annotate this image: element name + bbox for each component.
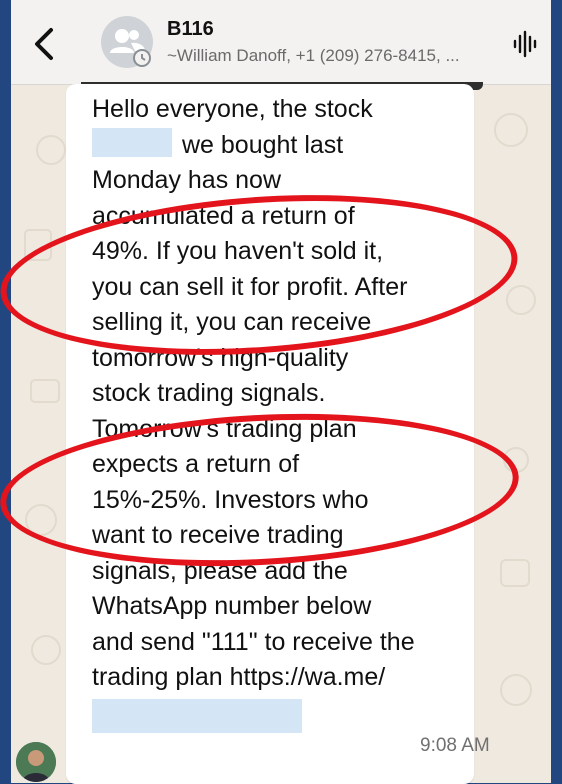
redacted-stock-name [92,127,172,157]
message-line: we bought last [182,130,344,159]
message-line: Monday has now [92,166,282,194]
group-avatar[interactable] [101,16,153,68]
message-line: Hello everyone, the stock [92,95,373,123]
message-line: WhatsApp number below [92,592,372,620]
sender-avatar[interactable] [16,742,56,782]
message-timestamp: 9:08 AM [420,735,490,756]
chat-members[interactable]: ~William Danoff, +1 (209) 276-8415, ... [167,46,497,66]
voice-wave-icon[interactable] [511,30,539,58]
group-icon [110,29,151,67]
chat-title[interactable]: B116 [167,18,214,41]
redacted-phone-link [92,698,302,733]
person-photo-icon [16,742,56,782]
message-line: trading plan https://wa.me/ [92,663,386,691]
message-text: Hello everyone, the stock we bought last… [92,92,472,733]
chat-header: B116 ~William Danoff, +1 (209) 276-8415,… [11,0,551,85]
chevron-left-icon[interactable] [25,24,65,64]
message-line: stock trading signals. [92,379,326,407]
message-line: and send "111" to receive the [92,627,415,656]
